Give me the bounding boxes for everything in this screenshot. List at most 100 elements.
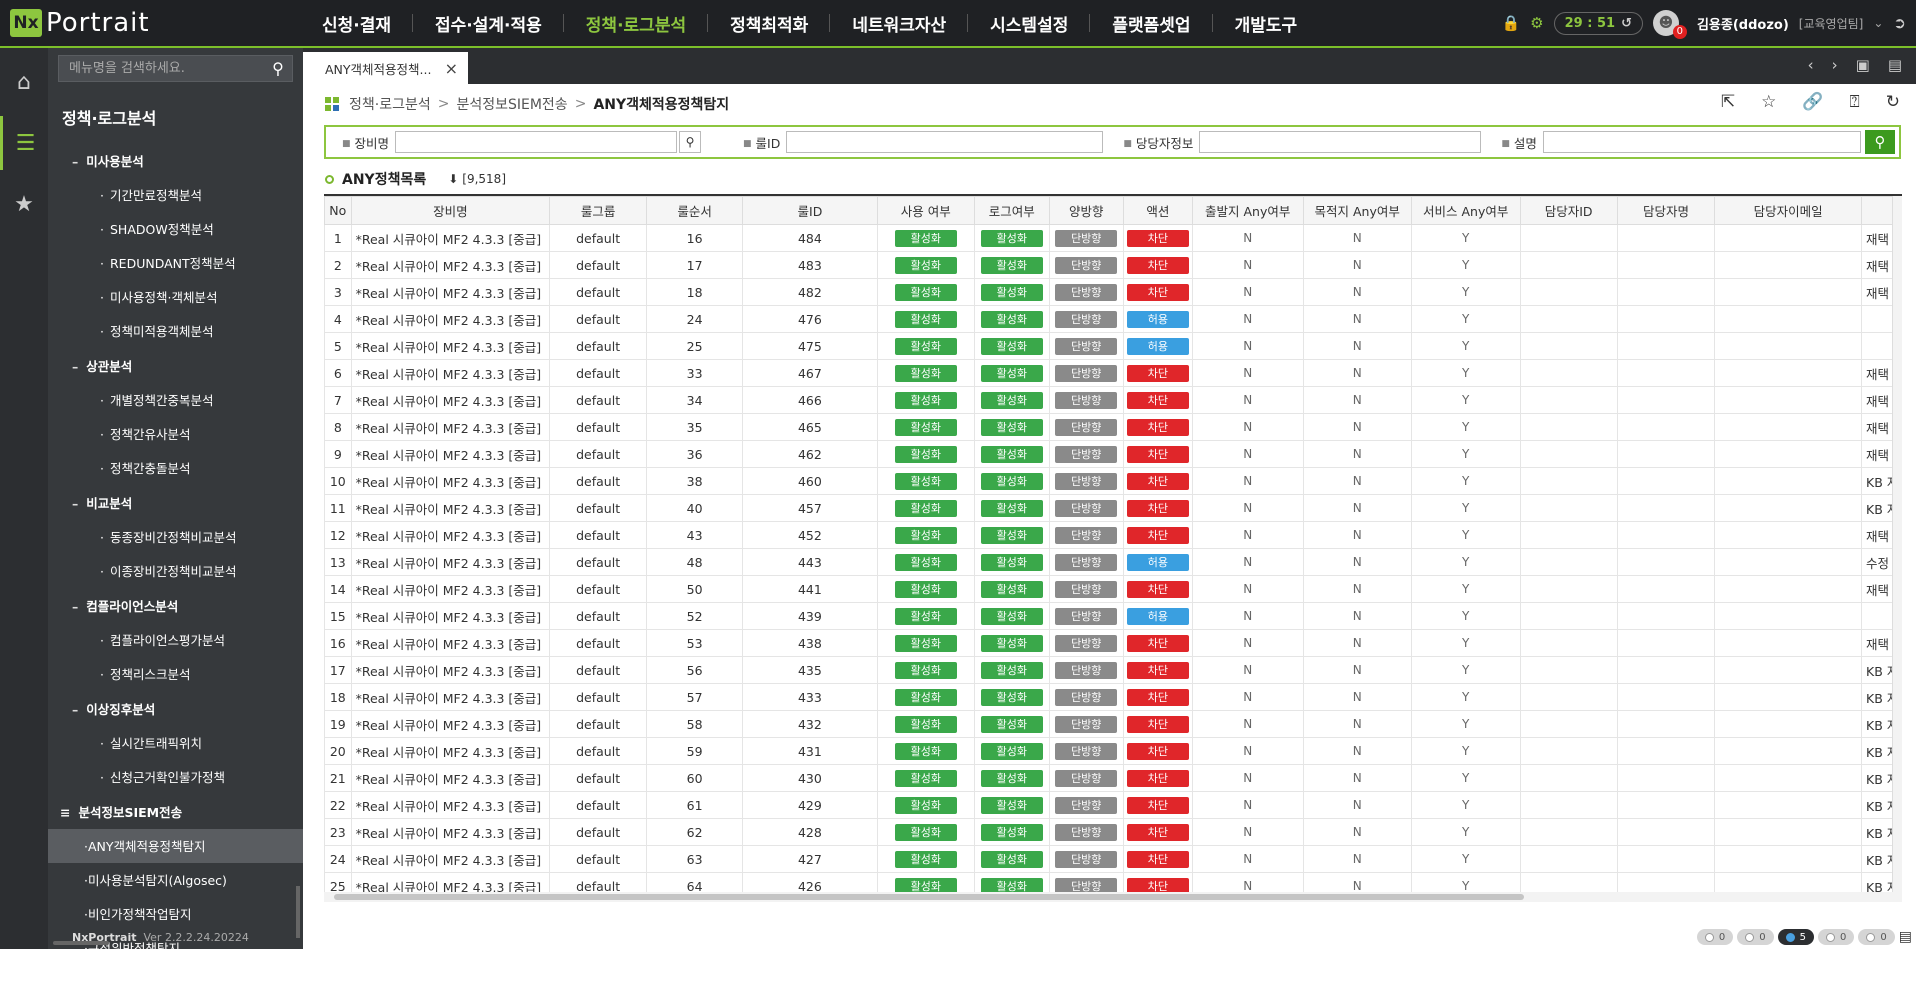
table-row[interactable]: 16 *Real 시큐아이 MF2 4.3.3 [중급] default 53 438 활… — [324, 629, 1902, 657]
table-row[interactable]: 9 *Real 시큐아이 MF2 4.3.3 [중급] default 36 462 활성… — [324, 440, 1902, 468]
column-header[interactable]: 담당자이메일 — [1714, 196, 1862, 225]
menu-item[interactable]: · SHADOW정책분석 — [48, 212, 303, 246]
table-row[interactable]: 4 *Real 시큐아이 MF2 4.3.3 [중급] default 24 476 활성… — [324, 305, 1902, 333]
table-row[interactable]: 12 *Real 시큐아이 MF2 4.3.3 [중급] default 43 452 활… — [324, 521, 1902, 549]
menu-group[interactable]: – 컴플라이언스분석 — [48, 588, 303, 623]
nav-item-3[interactable]: 정책최적화 — [708, 0, 831, 46]
table-row[interactable]: 5 *Real 시큐아이 MF2 4.3.3 [중급] default 25 475 활성… — [324, 332, 1902, 360]
export-icon[interactable]: ⇱ — [1721, 92, 1735, 112]
window-icon[interactable]: ▣ — [1856, 56, 1870, 74]
window-list-icon[interactable]: ▤ — [1888, 56, 1902, 74]
menu-item[interactable]: · 기간만료정책분석 — [48, 178, 303, 212]
column-header[interactable]: 목적지 Any여부 — [1302, 196, 1412, 225]
table-row[interactable]: 20 *Real 시큐아이 MF2 4.3.3 [중급] default 59 431 활… — [324, 737, 1902, 765]
menu-item[interactable]: · REDUNDANT정책분석 — [48, 246, 303, 280]
menu-group[interactable]: – 상관분석 — [48, 348, 303, 383]
column-header[interactable]: 로그여부 — [974, 196, 1050, 225]
chevron-down-icon[interactable]: ⌄ — [1873, 16, 1883, 30]
menu-item[interactable]: · 이종장비간정책비교분석 — [48, 554, 303, 588]
gear-icon[interactable]: ⚙ — [1530, 14, 1543, 32]
nav-item-4[interactable]: 네트워크자산 — [830, 0, 969, 46]
column-header[interactable]: 액션 — [1123, 196, 1193, 225]
nav-item-1[interactable]: 접수·설계·적용 — [413, 0, 564, 46]
column-header[interactable]: 룰그룹 — [549, 196, 647, 225]
menu-item[interactable]: · 실시간트래픽위치 — [48, 726, 303, 760]
rule-id-input[interactable] — [786, 131, 1104, 153]
menu-item[interactable]: ·미사용분석탐지(Algosec) — [48, 863, 303, 897]
column-header[interactable]: 양방향 — [1048, 196, 1125, 225]
table-row[interactable]: 14 *Real 시큐아이 MF2 4.3.3 [중급] default 50 441 활… — [324, 575, 1902, 603]
menu-item[interactable]: · 개별정책간중복분석 — [48, 383, 303, 417]
table-row[interactable]: 1 *Real 시큐아이 MF2 4.3.3 [중급] default 16 484 활성… — [324, 224, 1902, 252]
breadcrumb-level1[interactable]: 정책·로그분석 — [349, 94, 431, 114]
nav-item-0[interactable]: 신청·결재 — [300, 0, 414, 46]
favorite-star-icon[interactable]: ★ — [0, 177, 48, 231]
search-icon[interactable]: ⚲ — [264, 59, 292, 78]
nav-item-2[interactable]: 정책·로그분석 — [564, 0, 709, 46]
menu-group[interactable]: – 비교분석 — [48, 485, 303, 520]
session-timer[interactable]: 29 : 51 ↺ — [1553, 11, 1643, 35]
chevron-left-icon[interactable]: ‹ — [1808, 56, 1814, 74]
menu-item[interactable]: · 정책간유사분석 — [48, 417, 303, 451]
home-icon[interactable]: ⌂ — [0, 55, 48, 109]
sidebar-scrollbar[interactable] — [296, 886, 300, 938]
column-header[interactable]: 룰ID — [742, 196, 878, 225]
status-counter[interactable]: 0 — [1818, 929, 1855, 945]
table-row[interactable]: 7 *Real 시큐아이 MF2 4.3.3 [중급] default 34 466 활성… — [324, 386, 1902, 414]
table-row[interactable]: 11 *Real 시큐아이 MF2 4.3.3 [중급] default 40 457 활… — [324, 494, 1902, 522]
lock-icon[interactable]: 🔒 — [1501, 14, 1520, 32]
column-header[interactable]: 룰순서 — [645, 196, 744, 225]
avatar[interactable]: ☻ 0 — [1652, 10, 1687, 39]
search-button[interactable]: ⚲ — [1865, 130, 1895, 154]
table-row[interactable]: 22 *Real 시큐아이 MF2 4.3.3 [중급] default 61 429 활… — [324, 791, 1902, 819]
menu-item[interactable]: · 동종장비간정책비교분석 — [48, 520, 303, 554]
refresh-icon[interactable]: ↻ — [1886, 92, 1900, 112]
column-header[interactable]: No — [324, 196, 352, 225]
owner-input[interactable] — [1199, 131, 1482, 153]
device-input[interactable] — [395, 131, 678, 153]
table-row[interactable]: 3 *Real 시큐아이 MF2 4.3.3 [중급] default 18 482 활성… — [324, 278, 1902, 306]
column-header[interactable]: 장비명 — [350, 196, 551, 225]
device-search-icon[interactable]: ⚲ — [679, 131, 702, 153]
table-row[interactable]: 23 *Real 시큐아이 MF2 4.3.3 [중급] default 62 428 활… — [324, 818, 1902, 846]
chevron-right-icon[interactable]: › — [1832, 56, 1838, 74]
menu-group[interactable]: – 이상징후분석 — [48, 691, 303, 726]
table-row[interactable]: 8 *Real 시큐아이 MF2 4.3.3 [중급] default 35 465 활성… — [324, 413, 1902, 441]
hscroll-thumb[interactable] — [334, 894, 1524, 900]
menu-item[interactable]: · 정책리스크분석 — [48, 657, 303, 691]
table-row[interactable]: 24 *Real 시큐아이 MF2 4.3.3 [중급] default 63 427 활… — [324, 845, 1902, 873]
history-icon[interactable]: ↺ — [1621, 16, 1632, 31]
user-name[interactable]: 김용종(ddozo) — [1697, 14, 1789, 33]
table-row[interactable]: 13 *Real 시큐아이 MF2 4.3.3 [중급] default 48 443 활… — [324, 548, 1902, 576]
menu-list-icon[interactable]: ☰ — [0, 116, 48, 170]
status-counter[interactable]: 0 — [1858, 929, 1895, 945]
menu-section[interactable]: ≡ 분석정보SIEM전송 — [48, 794, 303, 829]
menu-item[interactable]: · 미사용정책·객체분석 — [48, 280, 303, 314]
table-row[interactable]: 10 *Real 시큐아이 MF2 4.3.3 [중급] default 38 460 활… — [324, 467, 1902, 495]
column-header[interactable]: 사용 여부 — [876, 196, 976, 225]
status-counter[interactable]: 0 — [1737, 929, 1774, 945]
column-header[interactable]: 담당자명 — [1616, 196, 1716, 225]
menu-item[interactable]: · 컴플라이언스평가분석 — [48, 623, 303, 657]
breadcrumb-level2[interactable]: 분석정보SIEM전송 — [456, 94, 567, 114]
table-row[interactable]: 6 *Real 시큐아이 MF2 4.3.3 [중급] default 33 467 활성… — [324, 359, 1902, 387]
desc-input[interactable] — [1542, 131, 1861, 153]
status-counter[interactable]: 0 — [1696, 929, 1734, 945]
table-row[interactable]: 19 *Real 시큐아이 MF2 4.3.3 [중급] default 58 432 활… — [324, 710, 1902, 738]
tab-any-policy[interactable]: ANY객체적용정책... × — [303, 52, 468, 84]
column-header[interactable]: 출발지 Any여부 — [1191, 196, 1304, 225]
help-icon[interactable]: ⍰ — [1850, 92, 1860, 112]
menu-item[interactable]: · 신청근거확인불가정책 — [48, 760, 303, 794]
table-row[interactable]: 18 *Real 시큐아이 MF2 4.3.3 [중급] default 57 433 활… — [324, 683, 1902, 711]
download-button[interactable]: ⬇ [9,518] — [448, 172, 506, 186]
grid-hscrollbar[interactable] — [324, 892, 1902, 902]
table-row[interactable]: 17 *Real 시큐아이 MF2 4.3.3 [중급] default 56 435 활… — [324, 656, 1902, 684]
nav-item-6[interactable]: 플랫폼셋업 — [1090, 0, 1213, 46]
menu-item[interactable]: ·기한만료정책탐지 — [48, 965, 303, 999]
table-row[interactable]: 21 *Real 시큐아이 MF2 4.3.3 [중급] default 60 430 활… — [324, 764, 1902, 792]
menu-item[interactable]: · 정책미적용객체분석 — [48, 314, 303, 348]
column-header[interactable]: 담당자ID — [1519, 196, 1618, 225]
table-row[interactable]: 15 *Real 시큐아이 MF2 4.3.3 [중급] default 52 439 활… — [324, 602, 1902, 630]
table-row[interactable]: 2 *Real 시큐아이 MF2 4.3.3 [중급] default 17 483 활성… — [324, 251, 1902, 279]
close-icon[interactable]: × — [445, 59, 458, 78]
